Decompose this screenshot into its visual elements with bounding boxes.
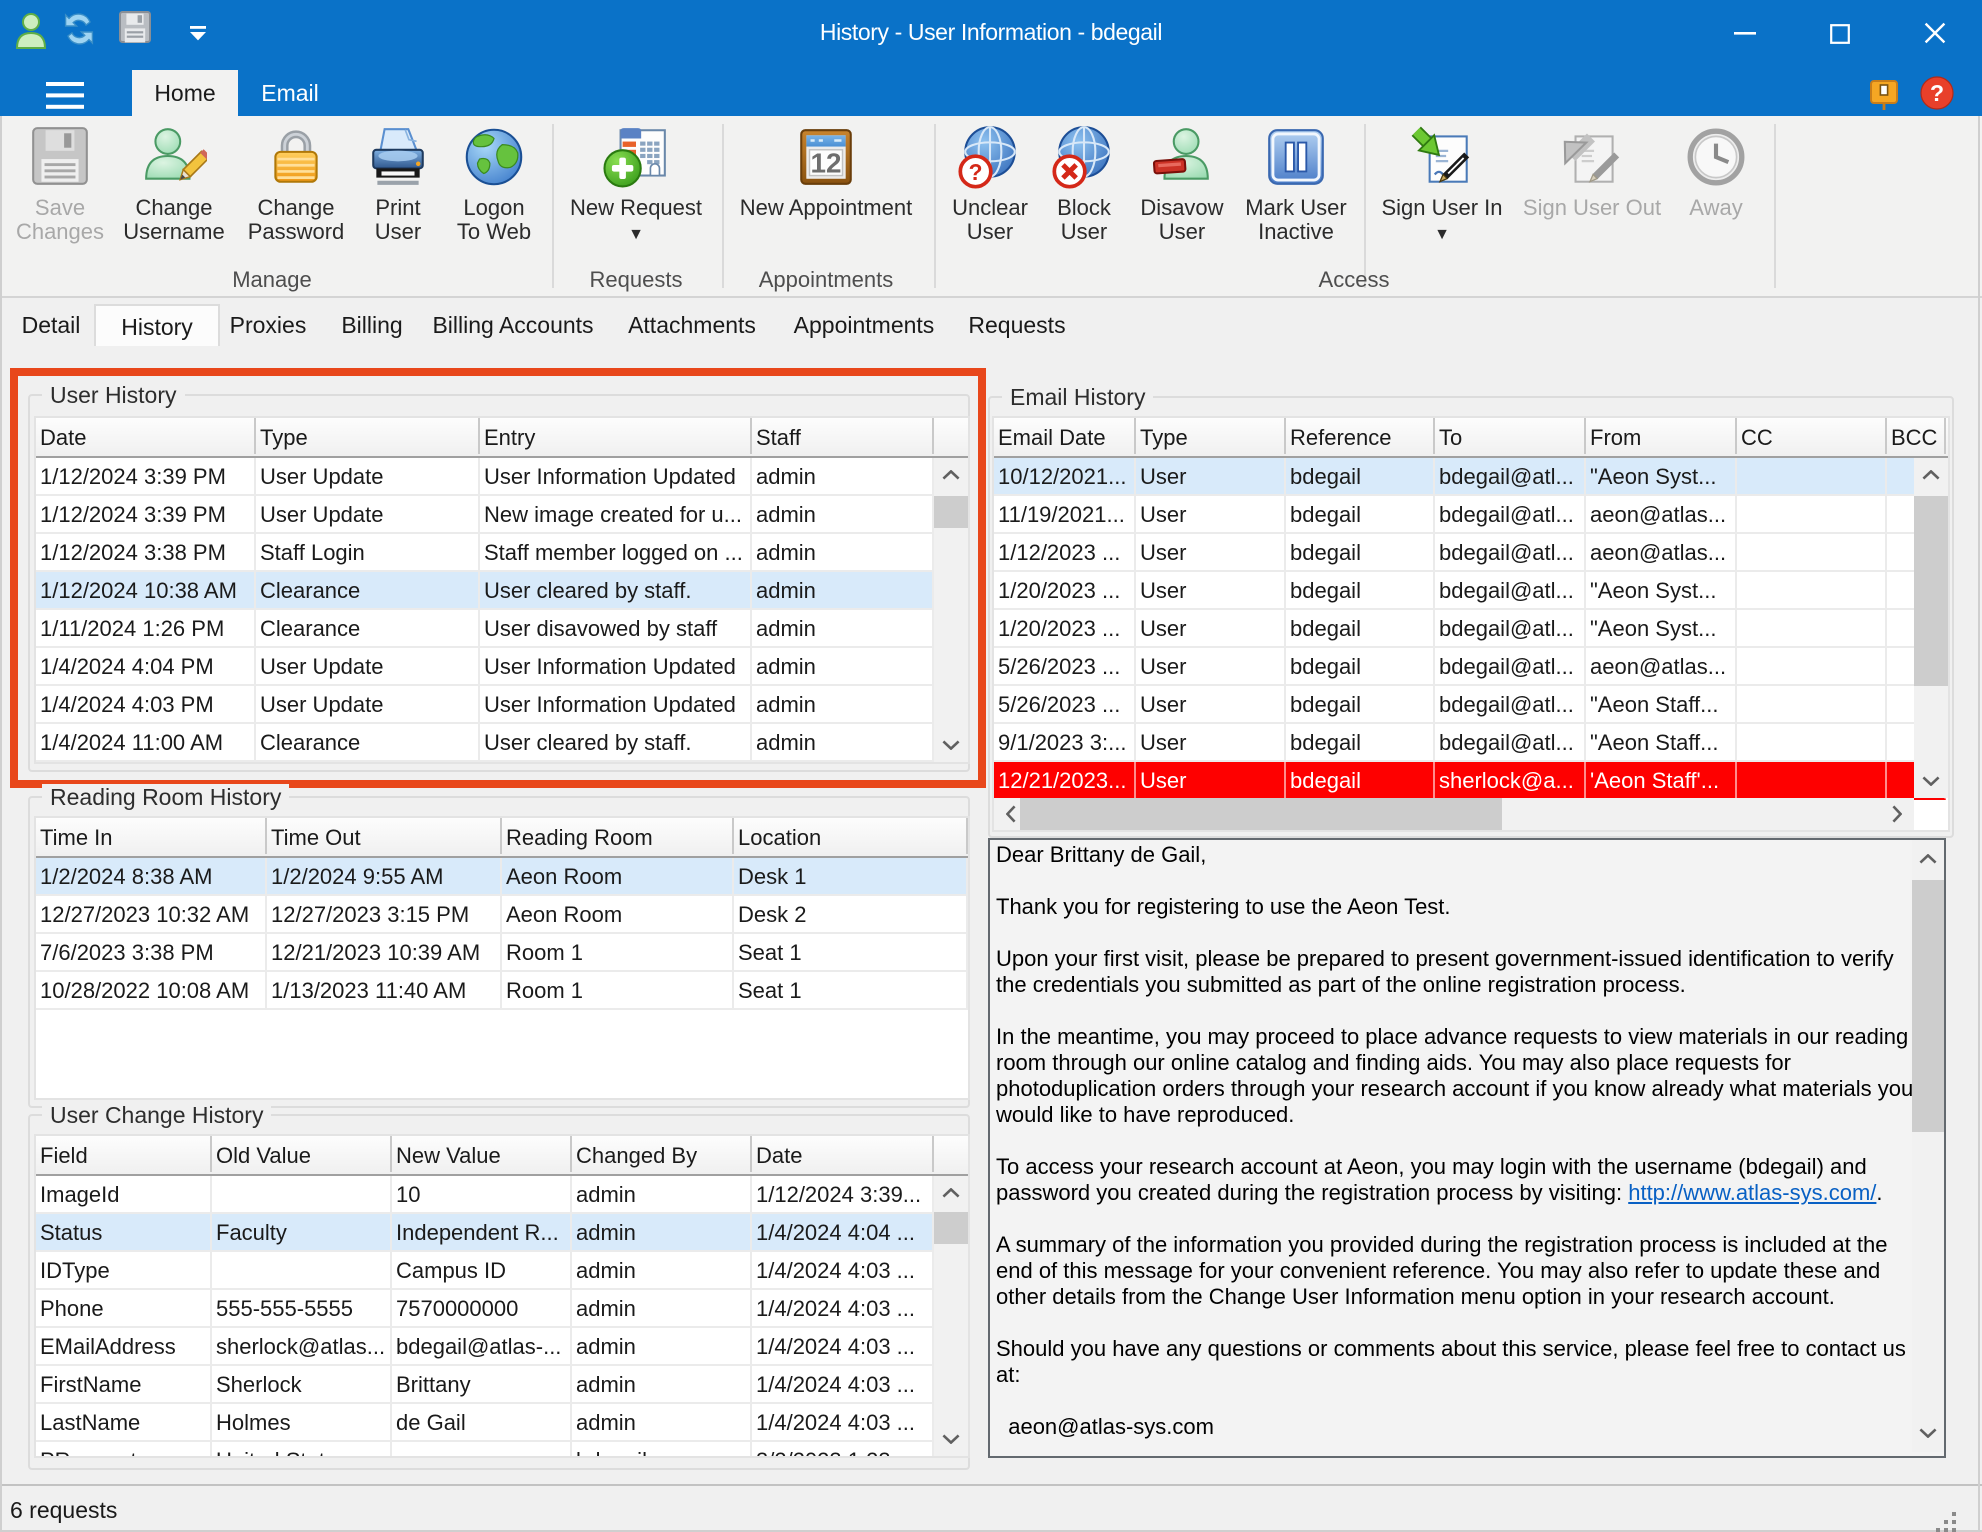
svg-text:12: 12 [811,147,842,178]
svg-text:?: ? [969,159,983,185]
svg-text:?: ? [1930,80,1944,106]
